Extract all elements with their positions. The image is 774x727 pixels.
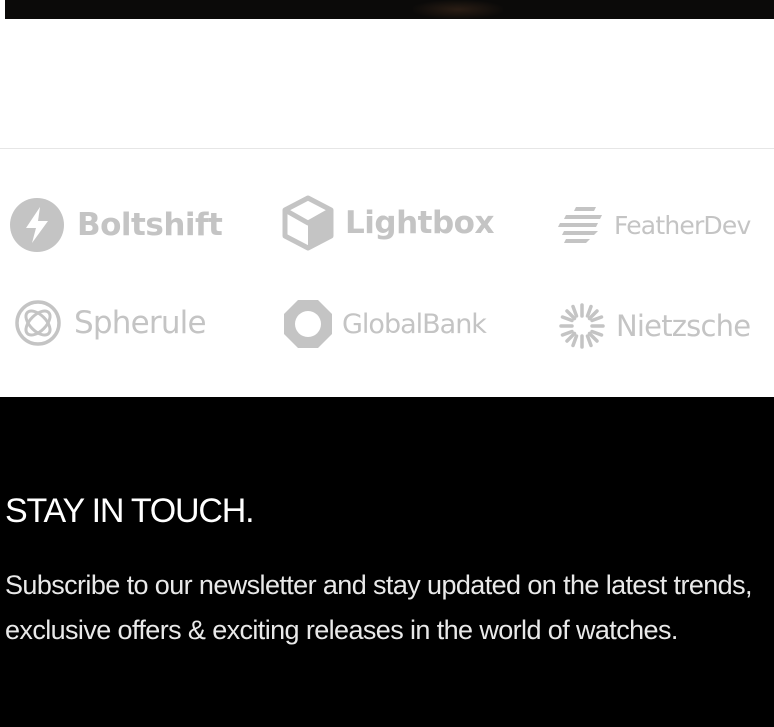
newsletter-title: STAY IN TOUCH. (5, 492, 255, 530)
logo-nietzsche: Nietzsche (558, 302, 751, 350)
logo-spherule: Spherule (14, 299, 207, 347)
logo-name: Spherule (74, 305, 207, 341)
starburst-icon (559, 303, 605, 349)
logo-name: Lightbox (345, 205, 494, 241)
hero-image (5, 0, 774, 19)
logo-featherdev: FeatherDev (558, 205, 751, 245)
cube-icon (282, 195, 334, 251)
page: Boltshift Lightbox FeatherDev Spherule G… (0, 0, 774, 727)
logo-name: GlobalBank (342, 308, 487, 340)
logo-boltshift: Boltshift (9, 197, 223, 253)
newsletter-section: STAY IN TOUCH. Subscribe to our newslett… (0, 397, 774, 727)
bolt-circle-icon (10, 198, 64, 252)
logo-name: Boltshift (77, 207, 223, 243)
partner-logos: Boltshift Lightbox FeatherDev Spherule G… (0, 149, 774, 397)
logo-name: FeatherDev (614, 210, 751, 240)
sphere-icon (15, 300, 61, 346)
logo-name: Nietzsche (616, 309, 751, 343)
hero-image-detail (413, 0, 503, 19)
logo-lightbox: Lightbox (282, 195, 494, 251)
newsletter-description: Subscribe to our newsletter and stay upd… (5, 570, 752, 645)
logo-globalbank: GlobalBank (282, 298, 487, 350)
octagon-ring-icon (284, 300, 332, 348)
feather-lines-icon (558, 207, 602, 243)
